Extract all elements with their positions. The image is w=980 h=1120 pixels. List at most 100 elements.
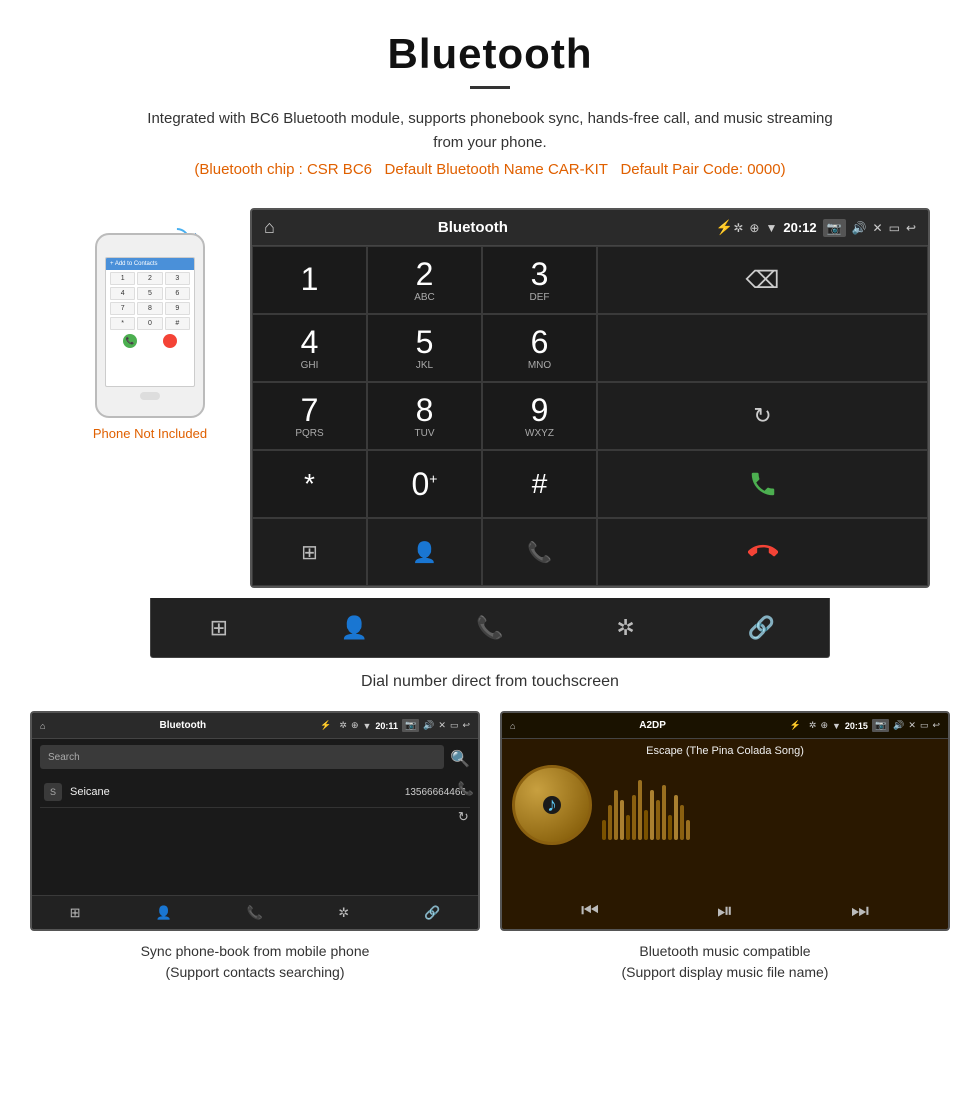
nav-link-btn[interactable]: 🔗 — [731, 603, 791, 653]
play-pause-icon[interactable]: ⏯ — [717, 900, 733, 923]
phonebook-caption-line2: (Support contacts searching) — [166, 964, 345, 980]
phone-key: 9 — [165, 302, 190, 315]
call-green-icon — [748, 469, 778, 499]
dial-num: 5 — [416, 326, 434, 358]
phone-key: 5 — [137, 287, 162, 300]
music-title: A2DP — [639, 720, 666, 731]
page-description: Integrated with BC6 Bluetooth module, su… — [140, 107, 840, 155]
wave-bar — [608, 805, 612, 840]
dial-num: 8 — [416, 394, 434, 426]
dial-key-8[interactable]: 8 TUV — [367, 382, 482, 450]
dial-key-1[interactable]: 1 — [252, 246, 367, 314]
spec-name: Default Bluetooth Name CAR-KIT — [385, 161, 608, 178]
cam-icon-music: 📷 — [872, 719, 889, 732]
phone-illustration: + Add to Contacts 1 2 3 4 5 6 7 8 9 * 0 — [85, 218, 215, 418]
x-icon-mini: ✕ — [438, 720, 446, 731]
back-icon-music: ↩ — [932, 720, 940, 731]
phone-key: 0 — [137, 317, 162, 330]
wifi-icon-mini: ▼ — [363, 721, 372, 731]
dial-key-3[interactable]: 3 DEF — [482, 246, 597, 314]
location-icon: ⊕ — [749, 221, 759, 235]
redial-icon: ↻ — [753, 403, 771, 429]
nav-phone-btn[interactable]: 📞 — [460, 603, 520, 653]
back-icon[interactable]: ↩ — [906, 221, 916, 235]
bt-nav-icon[interactable]: ✲ — [338, 905, 349, 921]
dial-num: 6 — [531, 326, 549, 358]
dial-letters: PQRS — [295, 428, 323, 439]
dial-key-star[interactable]: * — [252, 450, 367, 518]
phonebook-status-bar: ⌂ Bluetooth ⚡ ✲ ⊕ ▼ 20:11 📷 🔊 ✕ ▭ ↩ — [32, 713, 478, 739]
page-specs: (Bluetooth chip : CSR BC6 Default Blueto… — [40, 161, 940, 178]
spec-chip: (Bluetooth chip : CSR BC6 — [194, 161, 372, 178]
music-content: ♪ — [502, 761, 948, 849]
dial-key-5[interactable]: 5 JKL — [367, 314, 482, 382]
wifi-icon: ▼ — [765, 221, 777, 235]
phone-screen-topbar: + Add to Contacts — [106, 258, 194, 270]
screen-icon[interactable]: ▭ — [889, 221, 900, 235]
phone-key: 4 — [110, 287, 135, 300]
backspace-button[interactable]: ⌫ — [597, 246, 928, 314]
contact-letter: S — [44, 783, 62, 801]
search-bar[interactable]: Search — [40, 745, 444, 769]
backspace-icon: ⌫ — [746, 266, 780, 295]
close-icon[interactable]: ✕ — [873, 221, 883, 235]
nav-grid-button[interactable]: ⊞ — [252, 518, 367, 586]
dial-num: * — [304, 470, 315, 498]
call-button[interactable] — [597, 450, 928, 518]
contact-item[interactable]: S Seicane 13566664466 — [40, 777, 470, 808]
grid-nav-icon[interactable]: ⊞ — [70, 905, 81, 921]
dial-letters: JKL — [416, 360, 433, 371]
phone-nav-icon[interactable]: 📞 — [247, 905, 263, 921]
dial-letters: DEF — [530, 292, 550, 303]
phone-home-button — [140, 392, 160, 400]
dial-key-9[interactable]: 9 WXYZ — [482, 382, 597, 450]
music-screen-wrapper: ⌂ A2DP ⚡ ✲ ⊕ ▼ 20:15 📷 🔊 ✕ ▭ ↩ Escape (T… — [500, 711, 950, 931]
cam-icon-mini: 📷 — [402, 719, 419, 732]
volume-icon[interactable]: 🔊 — [852, 221, 867, 235]
skip-forward-icon[interactable]: ⏭ — [851, 900, 869, 923]
nav-person-btn[interactable]: 👤 — [324, 603, 384, 653]
vol-icon-music: 🔊 — [893, 720, 904, 731]
redial-button[interactable]: ↻ — [597, 382, 928, 450]
phone-illustration-container: + Add to Contacts 1 2 3 4 5 6 7 8 9 * 0 — [50, 208, 250, 441]
middle-section: + Add to Contacts 1 2 3 4 5 6 7 8 9 * 0 — [0, 188, 980, 598]
nav-grid-btn[interactable]: ⊞ — [189, 603, 249, 653]
skip-back-icon[interactable]: ⏮ — [581, 900, 599, 923]
usb-icon-mini: ⚡ — [320, 720, 331, 731]
wave-bar — [662, 785, 666, 840]
link-nav-icon[interactable]: 🔗 — [424, 905, 440, 921]
screen-icon-music: ▭ — [920, 720, 929, 731]
phone-side-icon[interactable]: 📞 — [458, 781, 474, 797]
end-call-button[interactable] — [597, 518, 928, 586]
dial-key-4[interactable]: 4 GHI — [252, 314, 367, 382]
person-nav-icon[interactable]: 👤 — [156, 905, 172, 921]
camera-icon[interactable]: 📷 — [823, 219, 846, 237]
dial-key-hash[interactable]: # — [482, 450, 597, 518]
end-call-icon — [748, 537, 778, 567]
phonebook-caption: Sync phone-book from mobile phone (Suppo… — [141, 941, 370, 983]
nav-phone-button[interactable]: 📞 — [482, 518, 597, 586]
music-caption-line2: (Support display music file name) — [622, 964, 829, 980]
car-screen-main: ⌂ Bluetooth ⚡ ✲ ⊕ ▼ 20:12 📷 🔊 ✕ ▭ ↩ 1 — [250, 208, 930, 588]
refresh-side-icon[interactable]: ↻ — [458, 809, 474, 825]
phone-key: 7 — [110, 302, 135, 315]
back-icon-mini: ↩ — [462, 720, 470, 731]
dial-letters: ABC — [414, 292, 435, 303]
dial-key-7[interactable]: 7 PQRS — [252, 382, 367, 450]
phone-key: 2 — [137, 272, 162, 285]
dial-key-6[interactable]: 6 MNO — [482, 314, 597, 382]
bt-icon-music: ✲ — [809, 720, 817, 731]
music-controls: ⏮ ⏯ ⏭ — [502, 890, 948, 929]
dial-key-0[interactable]: 0+ — [367, 450, 482, 518]
page-title: Bluetooth — [40, 30, 940, 78]
phonebook-title: Bluetooth — [159, 720, 206, 731]
grid-icon: ⊞ — [301, 540, 318, 565]
person-icon: 👤 — [412, 540, 437, 565]
home-icon-mini: ⌂ — [40, 721, 45, 731]
search-icon[interactable]: 🔍 — [450, 749, 470, 769]
music-screenshot-item: ⌂ A2DP ⚡ ✲ ⊕ ▼ 20:15 📷 🔊 ✕ ▭ ↩ Escape (T… — [500, 711, 950, 983]
dial-key-2[interactable]: 2 ABC — [367, 246, 482, 314]
nav-contacts-button[interactable]: 👤 — [367, 518, 482, 586]
wave-bar — [626, 815, 630, 840]
nav-bluetooth-btn[interactable]: ✲ — [596, 603, 656, 653]
